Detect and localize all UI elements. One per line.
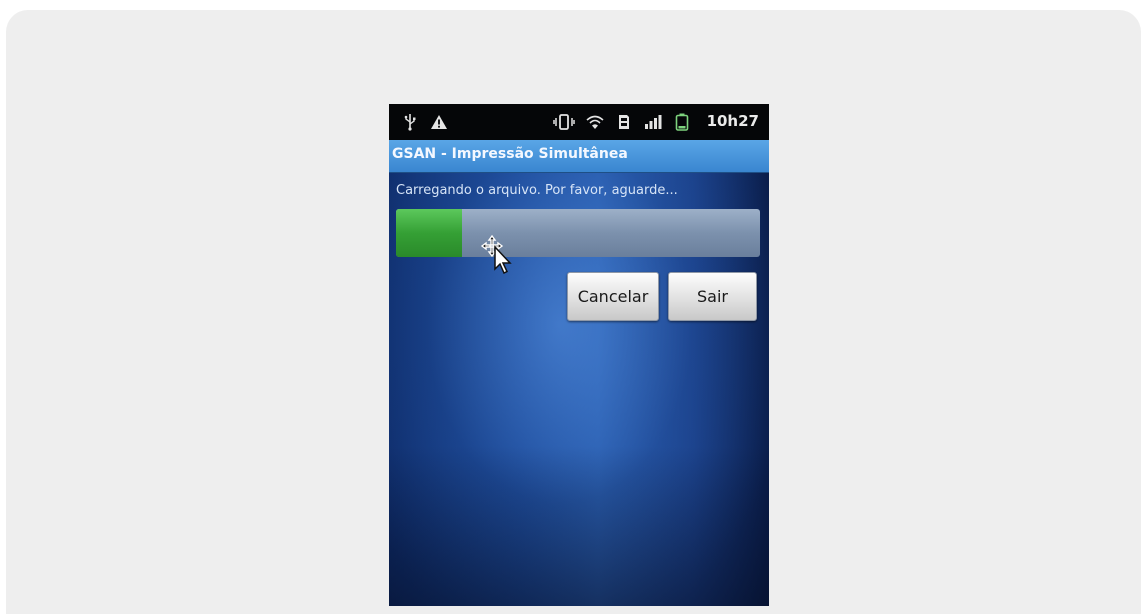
status-bar: 10h27	[389, 104, 769, 140]
app-title-bar: GSAN - Impressão Simultânea	[389, 140, 769, 173]
signal-icon	[643, 113, 663, 131]
wifi-icon	[584, 113, 606, 131]
battery-icon	[673, 113, 691, 131]
phone-screen: 10h27 GSAN - Impressão Simultânea Carreg…	[389, 104, 769, 606]
usb-icon	[403, 113, 417, 131]
status-time: 10h27	[706, 112, 759, 130]
sd-card-icon	[617, 113, 631, 131]
progress-fill	[396, 209, 462, 257]
app-title: GSAN - Impressão Simultânea	[392, 146, 628, 162]
main-content: Carregando o arquivo. Por favor, aguarde…	[389, 173, 769, 606]
move-cursor-icon	[480, 234, 515, 275]
loading-message: Carregando o arquivo. Por favor, aguarde…	[396, 183, 678, 198]
warning-icon	[429, 113, 449, 131]
vibrate-icon	[552, 113, 576, 131]
progress-bar	[396, 209, 760, 257]
cancel-button[interactable]: Cancelar	[567, 272, 659, 321]
exit-button[interactable]: Sair	[668, 272, 757, 321]
